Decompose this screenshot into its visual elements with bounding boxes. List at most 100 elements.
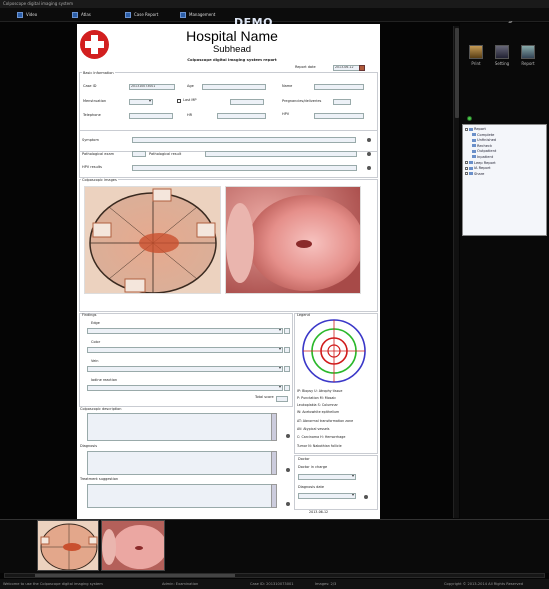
management-icon — [180, 12, 186, 18]
hpv-results-label: HPV results — [82, 165, 102, 169]
menu-management[interactable]: Management — [180, 11, 215, 19]
window-title: Colposcope digital imaging system — [0, 0, 549, 8]
hpv-results-field[interactable] — [132, 165, 357, 171]
tree-node-share[interactable]: Share — [465, 172, 544, 178]
report-subtitle: Colposcope digital imaging system report — [187, 57, 277, 62]
vein-score[interactable] — [284, 366, 290, 372]
thumbnail-scrollbar[interactable] — [4, 573, 545, 578]
name-field[interactable] — [314, 84, 364, 90]
suggestion-label: Treatment suggestion — [80, 477, 119, 481]
target-diagram[interactable] — [301, 318, 367, 384]
folder-icon — [472, 133, 476, 137]
center-gutter — [380, 23, 454, 519]
suggestion-edit-icon[interactable] — [286, 502, 290, 506]
menstruation-select[interactable] — [129, 99, 153, 105]
print-icon — [469, 45, 483, 59]
report-vertical-scrollbar[interactable] — [453, 26, 459, 518]
hpv-label: HPV — [282, 112, 290, 116]
hpv-field[interactable] — [314, 113, 364, 119]
pathological-result-field[interactable] — [205, 151, 357, 157]
symptom-edit-icon[interactable] — [367, 138, 371, 142]
menu-atlas[interactable]: Atlas — [72, 11, 91, 19]
suggestion-scrollbar[interactable] — [271, 484, 277, 508]
scrollbar-thumb[interactable] — [35, 574, 235, 577]
diagnosis-edit-icon[interactable] — [286, 468, 290, 472]
thumbnail-photo-svg — [102, 521, 164, 570]
doctor-select[interactable] — [298, 474, 356, 480]
pathological-edit-icon[interactable] — [367, 152, 371, 156]
legend-item: AT: Abnormal transformation zone — [297, 419, 354, 423]
menu-case-report[interactable]: Case Report — [125, 11, 158, 19]
suggestion-field[interactable] — [87, 484, 277, 508]
cervix-photo-image[interactable] — [225, 186, 361, 294]
iodine-score[interactable] — [284, 385, 290, 391]
report-button[interactable]: Report — [518, 45, 538, 73]
report-icon — [521, 45, 535, 59]
images-title: Colposcopic images — [81, 178, 118, 183]
legend-item: AV: Atypical vessels — [297, 427, 330, 431]
calendar-icon[interactable] — [359, 65, 365, 71]
case-id-field[interactable]: 201310073001 — [129, 84, 175, 90]
pregnancies-label: Pregnancies/deliveries — [282, 99, 322, 103]
description-label: Colposcopic description — [80, 407, 122, 411]
total-score-label: Total score — [255, 395, 274, 399]
menu-bar: Video Atlas Case Report Management DEMO … — [0, 8, 549, 29]
hpv-results-edit-icon[interactable] — [367, 166, 371, 170]
legend-item: P: Punctation M: Mosaic — [297, 396, 337, 400]
menu-video[interactable]: Video — [17, 11, 37, 19]
report-tree: Report Complete Unfinished Recheck Outpa… — [462, 124, 547, 236]
target-diagram-svg — [302, 319, 366, 383]
edge-score[interactable] — [284, 328, 290, 334]
name-label: Name — [282, 84, 293, 88]
hospital-name: Hospital Name — [186, 28, 278, 44]
atlas-icon — [72, 12, 78, 18]
refresh-icon[interactable] — [467, 116, 472, 121]
pregnancies-field[interactable] — [333, 99, 351, 105]
diagnosis-label: Diagnosis — [80, 444, 98, 448]
folder-icon — [472, 155, 476, 159]
right-panel: Print Setting Report — [460, 23, 549, 519]
thumbnail-diagram[interactable] — [37, 520, 99, 571]
pathological-result-label: Pathological result — [149, 152, 182, 156]
hospital-logo-icon — [80, 30, 109, 59]
total-score-field[interactable] — [276, 396, 288, 402]
folder-icon — [469, 127, 473, 131]
description-scrollbar[interactable] — [271, 413, 277, 441]
edge-select[interactable] — [87, 328, 283, 334]
last-mp-checkbox[interactable] — [177, 99, 181, 103]
thumbnail-diagram-svg — [38, 521, 98, 570]
hr-label: HR — [187, 113, 193, 117]
telephone-field[interactable] — [129, 113, 173, 119]
report-page: Hospital Name Subhead Colposcope digital… — [77, 24, 380, 519]
diagnosis-scrollbar[interactable] — [271, 451, 277, 475]
findings-title: Findings — [82, 313, 97, 317]
color-score[interactable] — [284, 347, 290, 353]
doctor-label: Doctor in charge — [298, 465, 328, 469]
left-panel — [0, 23, 76, 519]
color-select[interactable] — [87, 347, 283, 353]
case-id-label: Case ID — [83, 84, 97, 88]
basic-info-title: Basic Information — [82, 71, 115, 76]
vein-select[interactable] — [87, 366, 283, 372]
application-window: Colposcope digital imaging system Video … — [0, 0, 549, 589]
age-field[interactable] — [202, 84, 266, 90]
pathological-exam-field[interactable] — [132, 151, 146, 157]
legend-item: C: Carcinoma H: Hemorrhage — [297, 435, 346, 439]
diagnosis-date-select[interactable] — [298, 493, 356, 499]
doctor-edit-icon[interactable] — [364, 495, 368, 499]
diagnosis-field[interactable] — [87, 451, 277, 475]
setting-button[interactable]: Setting — [492, 45, 512, 73]
scrollbar-thumb[interactable] — [455, 28, 459, 118]
last-mp-field[interactable] — [230, 99, 264, 105]
legend-item: IP: Biopsy U: Atrophy tissue — [297, 389, 343, 393]
cervix-diagram-image[interactable] — [84, 186, 221, 294]
iodine-select[interactable] — [87, 385, 283, 391]
description-edit-icon[interactable] — [286, 434, 290, 438]
video-icon — [17, 12, 23, 18]
print-button[interactable]: Print — [466, 45, 486, 73]
thumbnail-photo[interactable] — [101, 520, 165, 571]
description-field[interactable] — [87, 413, 277, 441]
hr-field[interactable] — [217, 113, 266, 119]
status-case: Case ID: 201310073001 — [250, 582, 294, 586]
symptom-field[interactable] — [132, 137, 356, 143]
